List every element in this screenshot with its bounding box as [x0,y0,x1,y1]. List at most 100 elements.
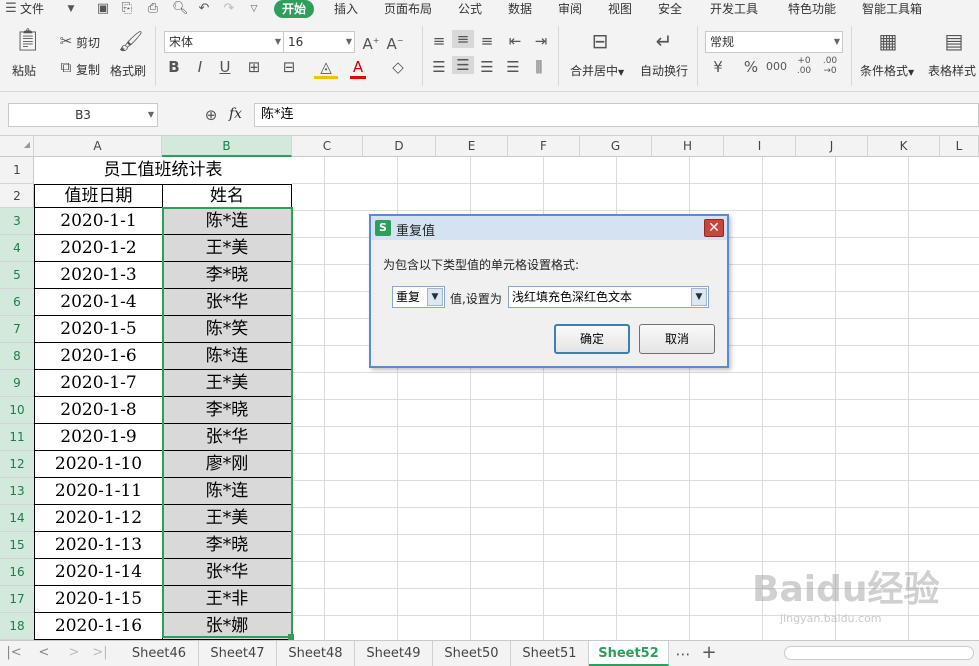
first-sheet-icon[interactable]: |< [6,644,22,662]
ok-button[interactable]: 确定 [554,324,630,354]
bold-icon[interactable]: B [166,58,182,76]
hamburger-icon[interactable]: ☰ [4,2,18,16]
dialog-titlebar[interactable]: S 重复值 ✕ [371,216,727,240]
column-header[interactable]: I [724,136,796,157]
date-cell[interactable]: 2020-1-13 [34,532,163,559]
row-header[interactable]: 15 [0,532,34,559]
fill-style-icon[interactable]: ⊟ [277,58,301,76]
date-cell[interactable]: 2020-1-5 [34,316,163,343]
date-cell[interactable]: 2020-1-10 [34,451,163,478]
chevron-down-icon[interactable]: ▼ [64,2,78,16]
date-cell[interactable]: 2020-1-3 [34,262,163,289]
print-preview-icon[interactable]: 🔍︎ [172,2,189,16]
header-name[interactable]: 姓名 [162,184,292,208]
format-painter-button[interactable]: 格式刷 [110,62,146,79]
column-header[interactable]: E [436,136,508,157]
select-all-corner[interactable]: ◢ [0,136,34,157]
row-header[interactable]: 1 [0,157,34,184]
date-cell[interactable]: 2020-1-16 [34,613,163,640]
row-header[interactable]: 9 [0,370,34,397]
cut-button[interactable]: 剪切 [76,34,100,51]
name-cell[interactable]: 王*非 [163,586,292,613]
name-cell[interactable]: 李*晓 [163,397,292,424]
distributed-icon[interactable]: ⫼ [530,58,548,76]
tab-features[interactable]: 特色功能 [788,0,836,20]
font-size-select[interactable]: 16 ▼ [283,31,355,53]
tab-smart-toolbox[interactable]: 智能工具箱 [862,0,922,20]
row-header[interactable]: 12 [0,451,34,478]
date-cell[interactable]: 2020-1-4 [34,289,163,316]
tab-page-layout[interactable]: 页面布局 [384,0,432,20]
date-cell[interactable]: 2020-1-9 [34,424,163,451]
row-header[interactable]: 3 [0,208,34,235]
more-sheets-icon[interactable]: ⋯ [674,645,692,663]
indent-increase-icon[interactable]: ⇥ [532,32,550,50]
column-header[interactable]: L [940,136,979,157]
border-icon[interactable]: ⊞ [242,58,266,76]
tab-security[interactable]: 安全 [658,0,682,20]
name-cell[interactable]: 王*美 [163,505,292,532]
add-sheet-icon[interactable]: + [700,644,718,662]
sheet-tab[interactable]: Sheet51 [511,641,589,666]
name-box[interactable]: B3 ▼ [8,103,158,127]
sheet-tab[interactable]: Sheet47 [199,641,277,666]
conditional-format-button[interactable]: 条件格式▼ [860,62,914,79]
indent-decrease-icon[interactable]: ⇤ [506,32,524,50]
tab-developer[interactable]: 开发工具 [710,0,758,20]
align-top-icon[interactable]: ≡ [430,32,448,50]
row-header[interactable]: 6 [0,289,34,316]
format-style-select[interactable]: 浅红填充色深红色文本 ▼ [508,286,709,308]
name-cell[interactable]: 陈*连 [163,478,292,505]
number-format-select[interactable]: 常规 ▼ [705,31,843,53]
align-middle-icon[interactable]: ≡ [452,30,474,48]
fx-button[interactable]: fx [229,106,242,122]
clear-icon[interactable]: ◇ [386,58,410,76]
header-date[interactable]: 值班日期 [34,184,163,208]
column-header[interactable]: H [652,136,724,157]
date-cell[interactable]: 2020-1-6 [34,343,163,370]
formula-input[interactable]: 陈*连 [254,103,979,127]
name-cell[interactable]: 王*美 [163,370,292,397]
name-cell[interactable]: 张*华 [163,559,292,586]
date-cell[interactable]: 2020-1-11 [34,478,163,505]
italic-icon[interactable]: I [192,58,208,76]
tab-review[interactable]: 审阅 [558,0,582,20]
row-header[interactable]: 14 [0,505,34,532]
name-cell[interactable]: 张*娜 [163,613,292,640]
tab-insert[interactable]: 插入 [334,0,358,20]
customize-icon[interactable]: ▽ [247,2,261,16]
name-cell[interactable]: 李*晓 [163,262,292,289]
justify-icon[interactable]: ☰ [504,58,522,76]
name-cell[interactable]: 廖*刚 [163,451,292,478]
name-cell[interactable]: 陈*连 [163,208,292,235]
name-cell[interactable]: 张*华 [163,289,292,316]
column-header[interactable]: J [796,136,868,157]
font-name-select[interactable]: 宋体 ▼ [164,31,284,53]
sheet-title[interactable]: 员工值班统计表 [34,157,292,184]
row-header[interactable]: 4 [0,235,34,262]
name-cell[interactable]: 张*华 [163,424,292,451]
percent-icon[interactable]: % [742,58,760,76]
sheet-tab[interactable]: Sheet48 [277,641,355,666]
row-header[interactable]: 2 [0,184,34,208]
tab-data[interactable]: 数据 [508,0,532,20]
last-sheet-icon[interactable]: >| [92,644,108,662]
date-cell[interactable]: 2020-1-1 [34,208,163,235]
value-type-select[interactable]: 重复 ▼ [392,286,445,308]
name-cell[interactable]: 陈*笑 [163,316,292,343]
date-cell[interactable]: 2020-1-12 [34,505,163,532]
column-header[interactable]: C [292,136,363,157]
decrease-decimal-icon[interactable]: .00 →0 [820,56,840,76]
align-bottom-icon[interactable]: ≡ [478,32,496,50]
row-header[interactable]: 7 [0,316,34,343]
date-cell[interactable]: 2020-1-14 [34,559,163,586]
increase-font-icon[interactable]: A+ [362,32,380,53]
name-cell[interactable]: 李*晓 [163,532,292,559]
horizontal-scrollbar[interactable] [784,646,974,660]
sheet-tab[interactable]: Sheet50 [433,641,511,666]
redo-icon[interactable]: ↷ [222,2,236,16]
name-cell[interactable]: 陈*连 [163,343,292,370]
save-icon[interactable]: ▣ [96,2,110,16]
tab-formulas[interactable]: 公式 [458,0,482,20]
increase-decimal-icon[interactable]: +0.00 [794,56,814,76]
